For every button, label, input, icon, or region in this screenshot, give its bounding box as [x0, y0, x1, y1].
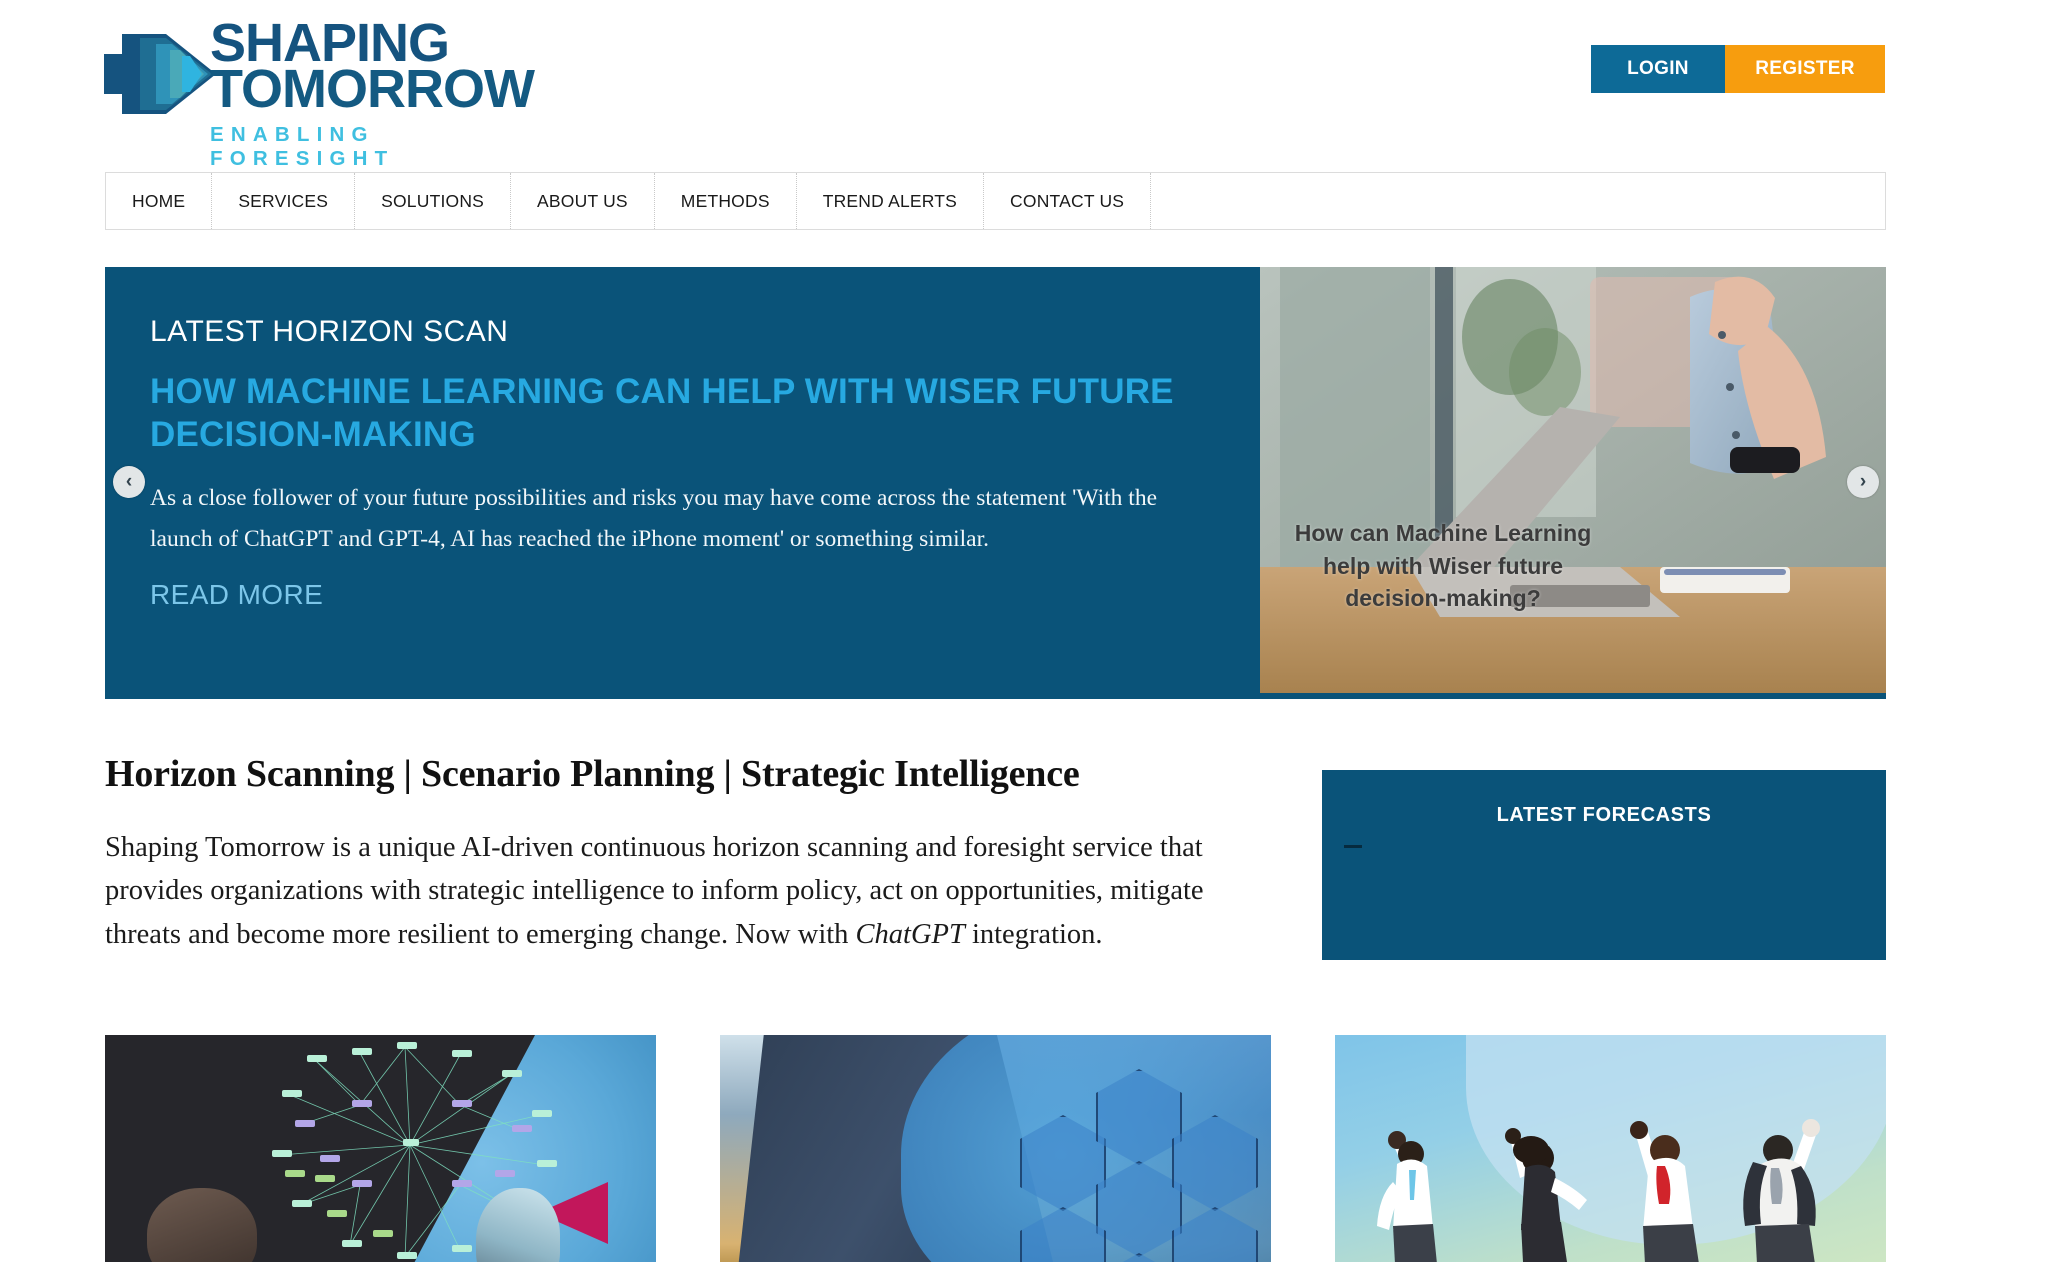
chevron-left-icon: ‹: [125, 470, 133, 492]
latest-forecasts-panel: LATEST FORECASTS: [1322, 770, 1886, 960]
chevron-right-icon: ›: [1859, 470, 1867, 492]
site-header: SHAPING TOMORROW ENABLING FORESIGHT LOGI…: [0, 0, 2069, 170]
nav-item-home[interactable]: HOME: [106, 173, 213, 229]
nav-item-about-us[interactable]: ABOUT US: [511, 173, 655, 229]
register-button[interactable]: REGISTER: [1725, 45, 1885, 93]
intro-text-part2: integration.: [964, 918, 1103, 950]
arrow-right-logo-icon: [104, 34, 216, 114]
intro-text-emphasis: ChatGPT: [855, 918, 965, 950]
latest-forecasts-title: LATEST FORECASTS: [1496, 804, 1712, 826]
main-navigation: HOME SERVICES SOLUTIONS ABOUT US METHODS…: [105, 172, 1886, 230]
celebrating-team-card[interactable]: [1335, 1035, 1886, 1262]
hero-carousel: LATEST HORIZON SCAN HOW MACHINE LEARNING…: [105, 267, 1886, 699]
carousel-prev-button[interactable]: ‹: [113, 466, 145, 498]
jumping-people-illustration: [1377, 1119, 1820, 1262]
nav-item-services[interactable]: SERVICES: [212, 173, 356, 229]
businessman-hexagons-card[interactable]: [720, 1035, 1271, 1262]
nav-item-trend-alerts[interactable]: TREND ALERTS: [797, 173, 985, 229]
logo-tagline: ENABLING FORESIGHT: [210, 122, 395, 170]
feature-cards: [105, 1035, 1886, 1262]
hero-photo-illustration: [1260, 267, 1886, 693]
hero-text-panel: LATEST HORIZON SCAN HOW MACHINE LEARNING…: [105, 267, 1260, 699]
nav-item-solutions[interactable]: SOLUTIONS: [355, 173, 512, 229]
read-more-link[interactable]: READ MORE: [150, 579, 323, 611]
page-title: Horizon Scanning | Scenario Planning | S…: [105, 753, 1080, 795]
logo-wordmark: SHAPING TOMORROW ENABLING FORESIGHT: [210, 16, 535, 171]
logo-line-2: TOMORROW: [210, 59, 535, 120]
login-button[interactable]: LOGIN: [1591, 45, 1725, 93]
nav-item-contact-us[interactable]: CONTACT US: [984, 173, 1152, 229]
intro-paragraph: Shaping Tomorrow is a unique AI-driven c…: [105, 826, 1285, 956]
nav-item-methods[interactable]: METHODS: [655, 173, 797, 229]
hero-title[interactable]: HOW MACHINE LEARNING CAN HELP WITH WISER…: [150, 371, 1210, 456]
auth-buttons: LOGIN REGISTER: [1591, 45, 1885, 93]
hero-kicker: LATEST HORIZON SCAN: [150, 315, 509, 348]
forecasts-list-placeholder: [1344, 845, 1362, 848]
hero-image-caption: How can Machine Learning help with Wiser…: [1294, 520, 1592, 612]
ai-network-card[interactable]: [105, 1035, 656, 1262]
intro-section: Horizon Scanning | Scenario Planning | S…: [105, 752, 1285, 956]
page-root: SHAPING TOMORROW ENABLING FORESIGHT LOGI…: [0, 0, 2069, 1262]
hero-body-text: As a close follower of your future possi…: [150, 485, 1158, 552]
carousel-next-button[interactable]: ›: [1847, 466, 1879, 498]
hero-image: How can Machine Learning help with Wiser…: [1260, 267, 1886, 693]
nav-empty-space: [1151, 173, 1885, 229]
site-logo[interactable]: SHAPING TOMORROW ENABLING FORESIGHT: [104, 16, 535, 170]
